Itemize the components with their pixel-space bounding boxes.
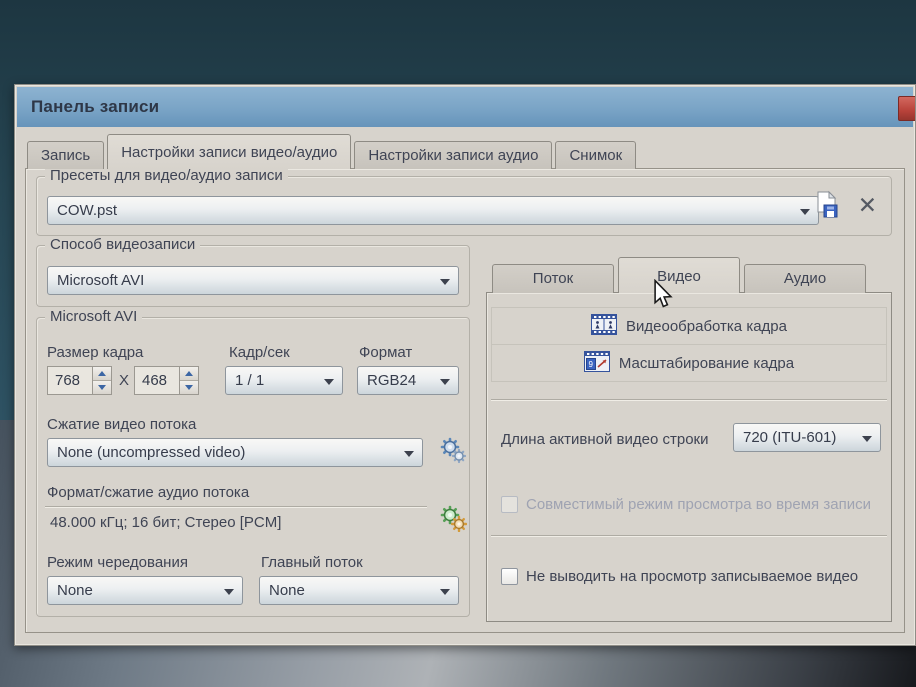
tab-record[interactable]: Запись	[27, 141, 104, 169]
frame-width-field[interactable]: 768	[47, 366, 93, 395]
frame-width-stepper[interactable]: 768	[47, 366, 112, 395]
window-title: Панель записи	[31, 97, 159, 117]
interleave-combobox-value: None	[57, 582, 93, 599]
right-tab-strip: Поток Видео Аудио	[492, 255, 870, 293]
video-method-group-label: Способ видеозаписи	[45, 236, 200, 253]
frame-height-spin-buttons[interactable]	[180, 366, 199, 395]
video-tab-page: Видеообработка кадра 9	[486, 292, 892, 622]
preset-combobox-value: COW.pst	[57, 202, 117, 219]
frame-scaling-button[interactable]: 9 Масштабирование кадра	[491, 344, 887, 382]
fps-combobox[interactable]: 1 / 1	[225, 366, 343, 395]
interleave-combobox[interactable]: None	[47, 576, 243, 605]
format-label: Формат	[359, 344, 412, 361]
gears-icon[interactable]	[439, 504, 467, 537]
spin-down-icon[interactable]	[180, 381, 198, 394]
tab-audio-settings[interactable]: Настройки записи аудио	[354, 141, 552, 169]
compatible-preview-checkbox[interactable]	[501, 496, 518, 513]
svg-text:9: 9	[588, 360, 593, 369]
tab-video-audio-settings[interactable]: Настройки записи видео/аудио	[107, 134, 351, 169]
video-method-combobox-value: Microsoft AVI	[57, 272, 144, 289]
line-length-combobox-value: 720 (ITU-601)	[743, 429, 836, 446]
panel-divider	[491, 399, 887, 401]
spin-down-icon[interactable]	[93, 381, 111, 394]
format-combobox-value: RGB24	[367, 372, 416, 389]
video-method-group: Способ видеозаписи Microsoft AVI	[36, 245, 470, 307]
close-icon[interactable]	[898, 96, 916, 121]
tab-page-content: Пресеты для видео/аудио записи COW.pst ✕…	[25, 168, 905, 633]
interleave-label: Режим чередования	[47, 554, 188, 571]
tab-audio[interactable]: Аудио	[744, 264, 866, 293]
audio-format-label: Формат/сжатие аудио потока	[47, 484, 249, 501]
main-stream-label: Главный поток	[261, 554, 363, 571]
gears-icon[interactable]	[439, 436, 467, 469]
spin-up-icon[interactable]	[180, 367, 198, 381]
no-preview-checkbox-label: Не выводить на просмотр записываемое вид…	[526, 568, 858, 585]
frame-processing-button-label: Видеообработка кадра	[626, 318, 787, 335]
audio-format-value: 48.000 кГц; 16 бит; Стерео [PCM]	[50, 514, 281, 531]
format-combobox[interactable]: RGB24	[357, 366, 459, 395]
no-preview-checkbox-row: Не выводить на просмотр записываемое вид…	[501, 568, 881, 585]
main-tab-strip: Запись Настройки записи видео/аудио Наст…	[27, 133, 639, 169]
compatible-preview-checkbox-label: Совместимый режим просмотра во время зап…	[526, 496, 871, 513]
frame-processing-button[interactable]: Видеообработка кадра	[491, 307, 887, 345]
frame-size-label: Размер кадра	[47, 344, 143, 361]
no-preview-checkbox[interactable]	[501, 568, 518, 585]
video-method-combobox[interactable]: Microsoft AVI	[47, 266, 459, 295]
tab-video[interactable]: Видео	[618, 257, 740, 293]
frame-height-stepper[interactable]: 468	[134, 366, 199, 395]
film-scale-icon: 9	[584, 351, 610, 376]
audio-format-divider	[45, 506, 427, 508]
presets-group: Пресеты для видео/аудио записи COW.pst ✕	[36, 176, 892, 236]
film-strip-icon	[591, 314, 617, 339]
tab-stream[interactable]: Поток	[492, 264, 614, 293]
checkbox-divider	[491, 535, 887, 537]
video-compression-combobox[interactable]: None (uncompressed video)	[47, 438, 423, 467]
save-preset-icon[interactable]	[815, 190, 839, 225]
presets-group-label: Пресеты для видео/аудио записи	[45, 167, 288, 184]
frame-size-separator: X	[119, 372, 129, 389]
fps-combobox-value: 1 / 1	[235, 372, 264, 389]
frame-height-field[interactable]: 468	[134, 366, 180, 395]
spin-up-icon[interactable]	[93, 367, 111, 381]
frame-scaling-button-label: Масштабирование кадра	[619, 355, 794, 372]
delete-x-icon[interactable]: ✕	[858, 194, 877, 217]
tab-snapshot[interactable]: Снимок	[555, 141, 636, 169]
titlebar[interactable]: Панель записи	[17, 87, 913, 127]
preset-combobox[interactable]: COW.pst	[47, 196, 819, 225]
main-stream-combobox[interactable]: None	[259, 576, 459, 605]
main-stream-combobox-value: None	[269, 582, 305, 599]
fps-label: Кадр/сек	[229, 344, 290, 361]
line-length-combobox[interactable]: 720 (ITU-601)	[733, 423, 881, 452]
avi-settings-group: Microsoft AVI Размер кадра Кадр/сек Форм…	[36, 317, 470, 617]
line-length-label: Длина активной видео строки	[501, 431, 709, 448]
compatible-preview-checkbox-row: Совместимый режим просмотра во время зап…	[501, 496, 881, 513]
video-compression-label: Сжатие видео потока	[47, 416, 196, 433]
frame-width-spin-buttons[interactable]	[93, 366, 112, 395]
avi-settings-group-label: Microsoft AVI	[45, 308, 142, 325]
recording-panel-window: Панель записи Запись Настройки записи ви…	[14, 84, 916, 646]
video-compression-combobox-value: None (uncompressed video)	[57, 444, 245, 461]
